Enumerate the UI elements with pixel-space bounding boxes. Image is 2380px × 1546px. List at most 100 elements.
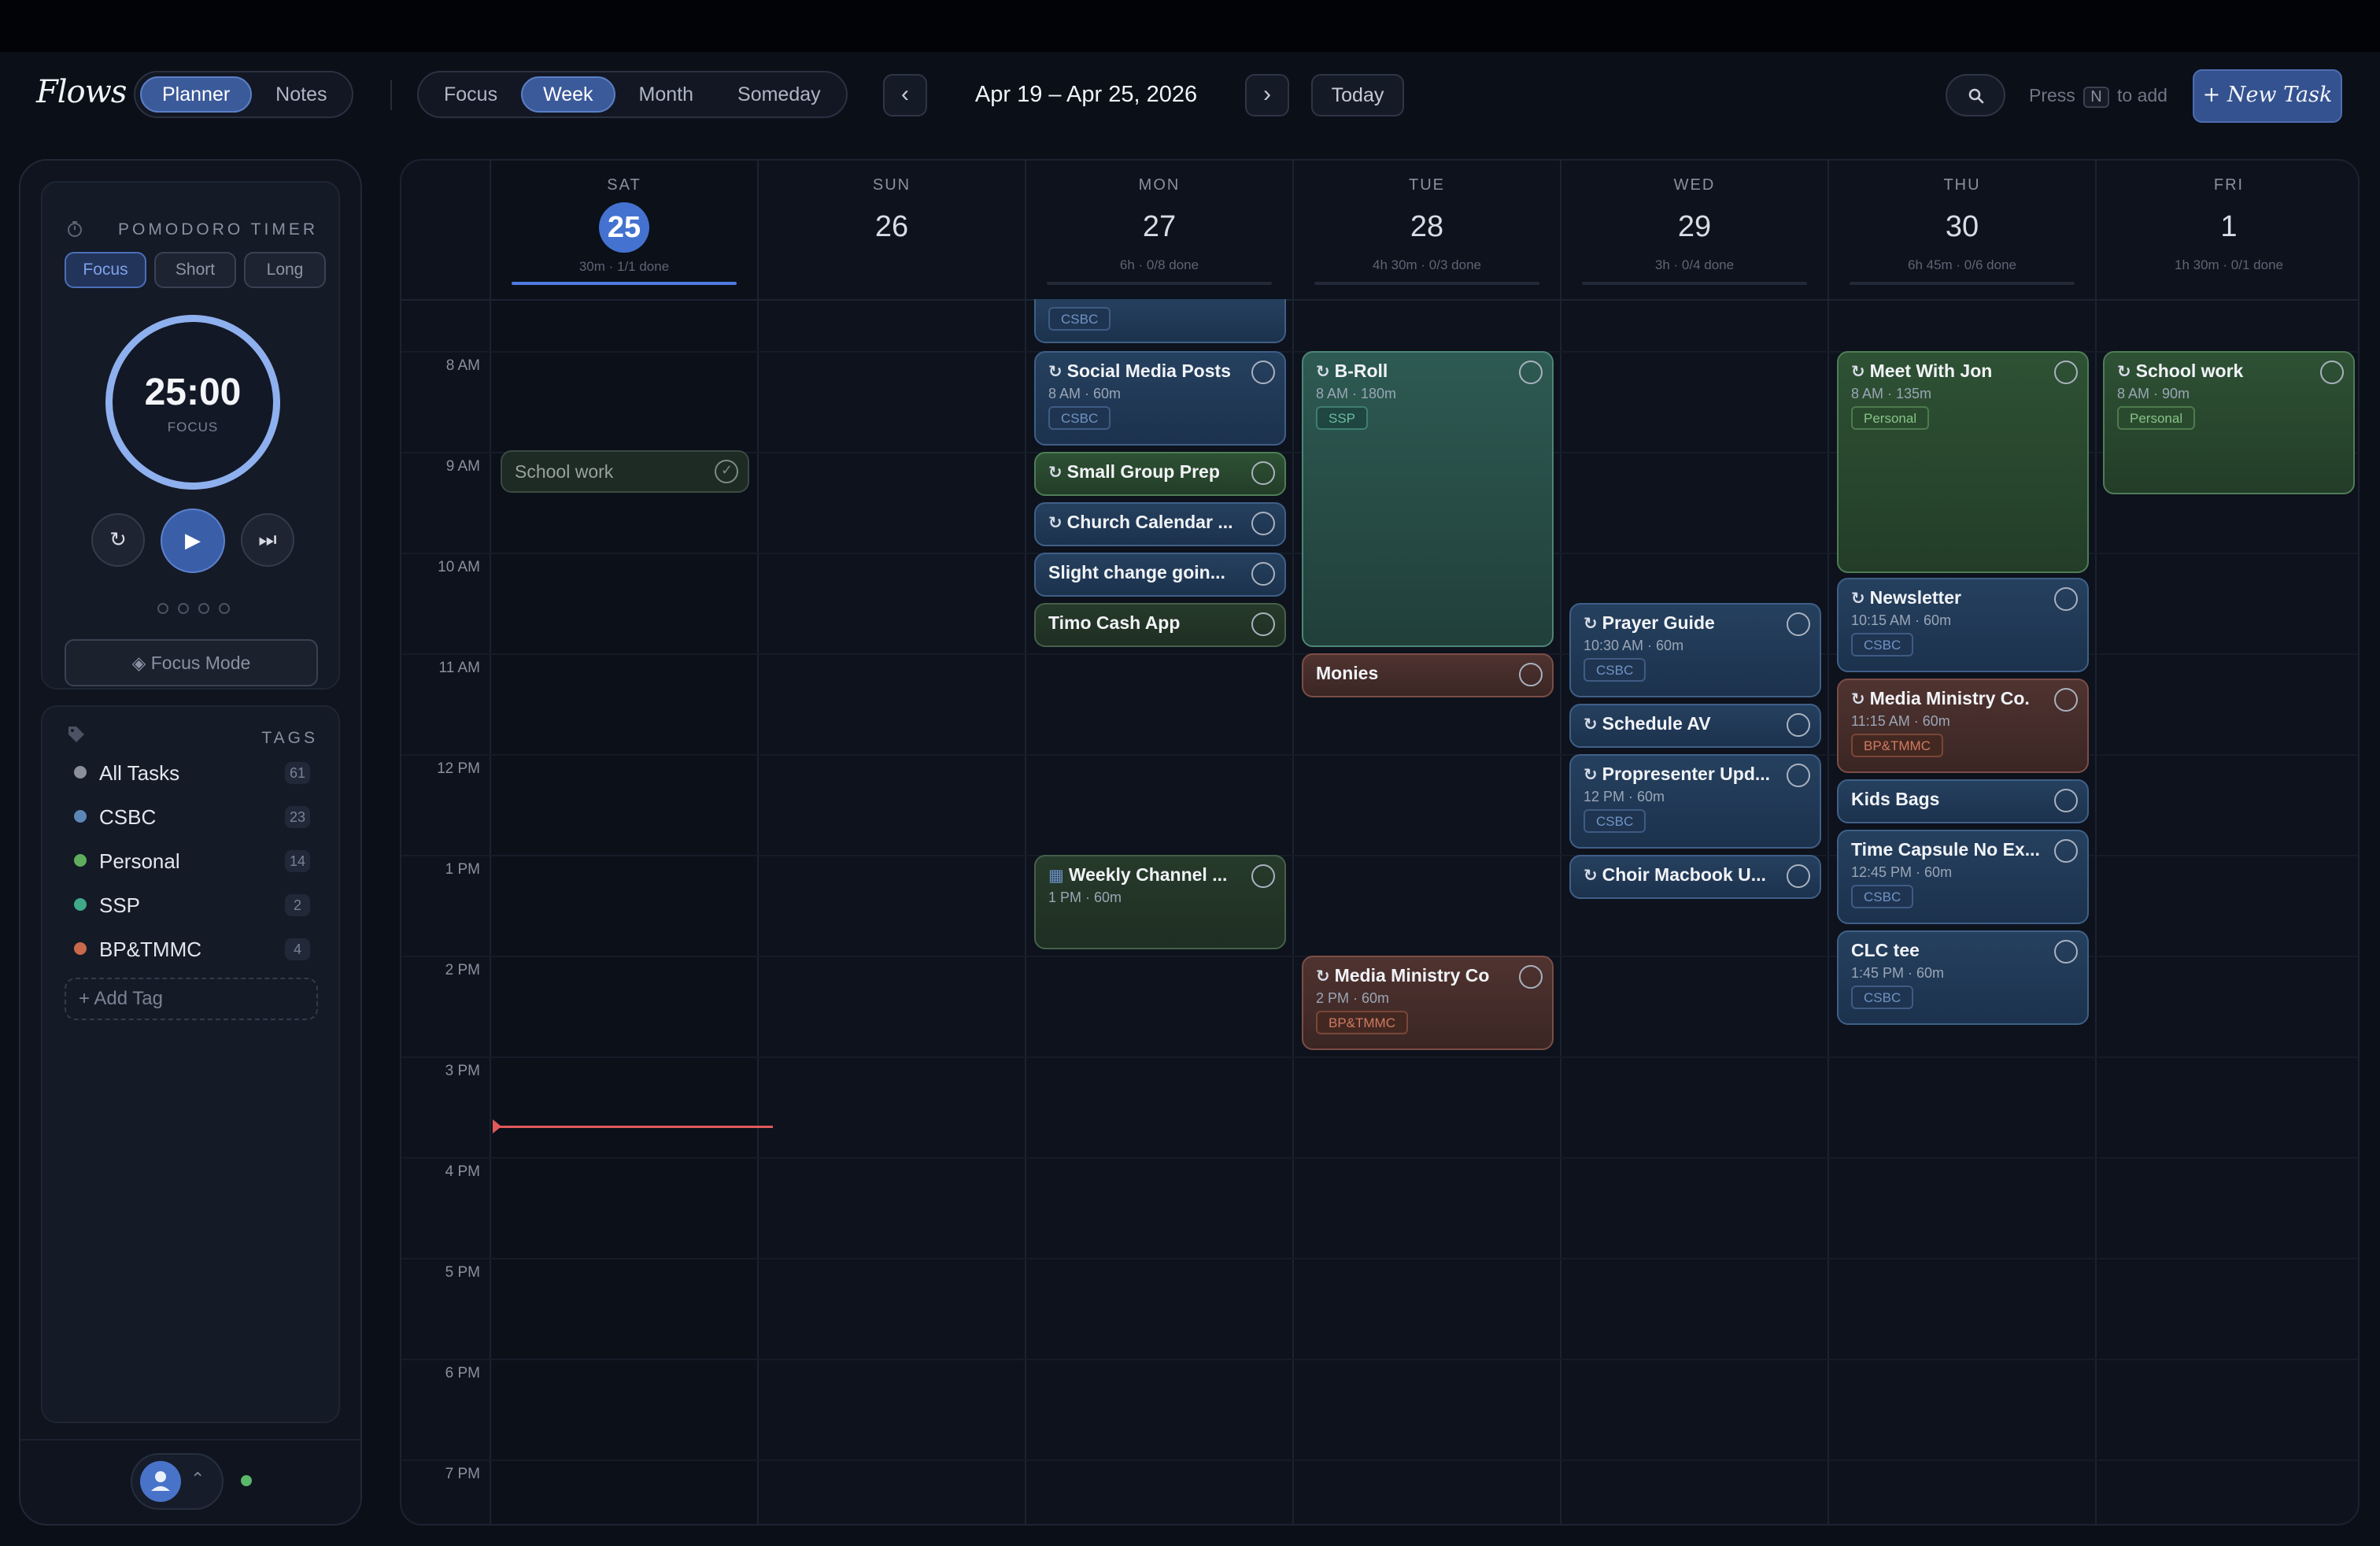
task-card[interactable]: ↻ Choir Macbook U...: [1569, 855, 1821, 899]
task-complete-toggle[interactable]: [1787, 764, 1810, 787]
task-card[interactable]: ↻ Small Group Prep: [1034, 452, 1286, 496]
focus-mode-button[interactable]: ◈ Focus Mode: [65, 639, 318, 686]
day-column-sat[interactable]: SAT 25 30m · 1/1 done: [491, 161, 759, 1524]
prev-week-button[interactable]: ‹: [883, 74, 927, 117]
next-week-button[interactable]: ›: [1245, 74, 1289, 117]
pomodoro-focus-tab[interactable]: Focus: [65, 252, 146, 288]
hour-label: 12 PM: [437, 760, 480, 777]
task-card[interactable]: School work: [501, 450, 749, 493]
new-task-button[interactable]: + New Task: [2193, 69, 2342, 123]
task-card[interactable]: ↻ Newsletter 10:15 AM · 60m CSBC: [1837, 578, 2089, 672]
mode-week-tab[interactable]: Week: [521, 76, 615, 113]
mode-focus-tab[interactable]: Focus: [423, 76, 518, 113]
task-complete-toggle[interactable]: [2054, 587, 2078, 611]
task-complete-toggle[interactable]: [1251, 612, 1275, 636]
app-logo: Flows: [36, 74, 127, 110]
task-title-text: Small Group Prep: [1066, 461, 1220, 482]
view-planner-button[interactable]: Planner: [140, 76, 253, 113]
view-notes-button[interactable]: Notes: [255, 76, 347, 113]
mode-month-tab[interactable]: Month: [619, 76, 714, 113]
pomodoro-short-tab[interactable]: Short: [154, 252, 236, 288]
hint-post: to add: [2117, 85, 2168, 105]
task-complete-toggle[interactable]: [2054, 839, 2078, 863]
tag-item-personal[interactable]: Personal 14: [74, 844, 310, 877]
day-number: 26: [874, 210, 909, 243]
tag-item-bptmmc[interactable]: BP&TMMC 4: [74, 932, 310, 965]
add-tag-button[interactable]: + Add Tag: [65, 978, 318, 1020]
repeat-icon: ↻: [1316, 363, 1330, 381]
task-time: 1 PM · 60m: [1048, 890, 1122, 905]
hour-line: [401, 1157, 2358, 1159]
task-complete-toggle[interactable]: [1251, 512, 1275, 535]
task-complete-toggle[interactable]: [1251, 461, 1275, 485]
task-title: ↻ Social Media Posts: [1048, 361, 1244, 382]
task-card[interactable]: ↻ Church Calendar ...: [1034, 502, 1286, 546]
task-complete-toggle[interactable]: [2320, 361, 2344, 384]
search-button[interactable]: [1946, 74, 2005, 117]
task-card[interactable]: ↻ Prayer Guide 10:30 AM · 60m CSBC: [1569, 603, 1821, 697]
task-complete-toggle[interactable]: [1251, 361, 1275, 384]
task-complete-toggle[interactable]: [1787, 612, 1810, 636]
account-menu-button[interactable]: ⌃: [131, 1453, 224, 1510]
task-card[interactable]: Timo Cash App: [1034, 603, 1286, 647]
play-timer-button[interactable]: ▶: [161, 509, 225, 573]
tag-item-csbc[interactable]: CSBC 23: [74, 800, 310, 833]
task-card[interactable]: Time Capsule No Ex... 12:45 PM · 60m CSB…: [1837, 830, 2089, 924]
task-complete-toggle[interactable]: [715, 460, 738, 483]
task-card[interactable]: ↻ Social Media Posts 8 AM · 60m CSBC: [1034, 351, 1286, 446]
reset-timer-button[interactable]: ↻: [91, 513, 145, 567]
task-card[interactable]: ↻ School work 8 AM · 90m Personal: [2103, 351, 2355, 494]
tag-name: BP&TMMC: [99, 938, 201, 961]
task-tag-badge: CSBC: [1584, 809, 1646, 833]
day-name: MON: [1138, 176, 1181, 194]
timer-mode-label: FOCUS: [167, 420, 219, 435]
task-card[interactable]: ▦ Weekly Channel ... 1 PM · 60m: [1034, 855, 1286, 949]
task-card[interactable]: ↻ Meet With Jon 8 AM · 135m Personal: [1837, 351, 2089, 573]
task-time: 12:45 PM · 60m: [1851, 864, 1953, 880]
task-card[interactable]: ↻ Media Ministry Co 2 PM · 60m BP&TMMC: [1302, 956, 1554, 1050]
mode-someday-tab[interactable]: Someday: [717, 76, 841, 113]
task-card[interactable]: CLC tee 1:45 PM · 60m CSBC: [1837, 930, 2089, 1025]
task-title-text: Choir Macbook U...: [1602, 864, 1766, 885]
task-card[interactable]: ↻ Propresenter Upd... 12 PM · 60m CSBC: [1569, 754, 1821, 849]
today-button[interactable]: Today: [1311, 74, 1404, 117]
hint-pre: Press: [2029, 85, 2075, 105]
task-title-text: Newsletter: [1869, 587, 1961, 608]
task-complete-toggle[interactable]: [2054, 361, 2078, 384]
calendar-icon: ▦: [1048, 867, 1064, 885]
task-card[interactable]: Monies: [1302, 653, 1554, 697]
task-tag-badge: CSBC: [1851, 633, 1914, 656]
task-card[interactable]: ↻ B-Roll 8 AM · 180m SSP: [1302, 351, 1554, 647]
tag-color-dot: [74, 810, 87, 823]
task-card[interactable]: Slight change goin...: [1034, 553, 1286, 597]
task-complete-toggle[interactable]: [1519, 361, 1543, 384]
timer-display: 25:00: [144, 372, 242, 413]
task-complete-toggle[interactable]: [2054, 940, 2078, 963]
task-complete-toggle[interactable]: [1251, 864, 1275, 888]
day-progress-bar: [1582, 282, 1807, 285]
task-complete-toggle[interactable]: [1519, 965, 1543, 989]
task-title: ↻ Church Calendar ...: [1048, 512, 1244, 533]
day-number: 27: [1142, 210, 1177, 243]
skip-timer-button[interactable]: ⏭: [241, 513, 294, 567]
hour-line: [401, 1359, 2358, 1360]
pomodoro-long-tab[interactable]: Long: [244, 252, 326, 288]
task-complete-toggle[interactable]: [1787, 713, 1810, 737]
task-card[interactable]: CSBC: [1034, 299, 1286, 343]
task-card[interactable]: ↻ Schedule AV: [1569, 704, 1821, 748]
day-name: SAT: [607, 176, 641, 194]
day-column-sun[interactable]: SUN 26: [759, 161, 1026, 1524]
task-card[interactable]: Kids Bags: [1837, 779, 2089, 823]
task-complete-toggle[interactable]: [1251, 562, 1275, 586]
window-top-strip: [0, 0, 2380, 52]
tag-item-ssp[interactable]: SSP 2: [74, 888, 310, 921]
task-tag-badge: Personal: [2117, 406, 2196, 430]
task-complete-toggle[interactable]: [2054, 688, 2078, 712]
task-complete-toggle[interactable]: [1787, 864, 1810, 888]
tag-item-all-tasks[interactable]: All Tasks 61: [74, 756, 310, 789]
task-title: School work: [515, 461, 614, 482]
task-complete-toggle[interactable]: [1519, 663, 1543, 686]
task-card[interactable]: ↻ Media Ministry Co. 11:15 AM · 60m BP&TM…: [1837, 679, 2089, 773]
app-header: Flows Planner Notes Focus Week Month Som…: [0, 52, 2380, 140]
task-complete-toggle[interactable]: [2054, 789, 2078, 812]
